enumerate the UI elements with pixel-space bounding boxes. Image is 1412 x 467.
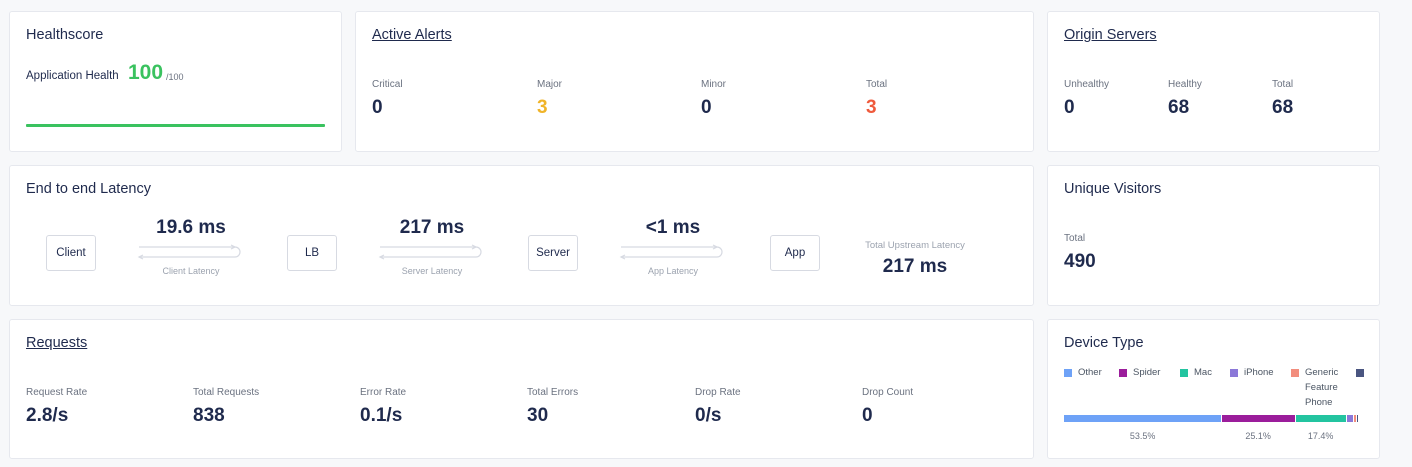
error-rate-value: 0.1/s (360, 405, 403, 426)
device-type-card: Device Type Other Spider Mac iPhone Gene… (1047, 319, 1380, 459)
request-rate-label: Request Rate (26, 387, 88, 398)
alert-total-label: Total (866, 79, 888, 90)
total-upstream-latency-value: 217 ms (882, 256, 948, 277)
origin-servers-link[interactable]: Origin Servers (1064, 27, 1157, 43)
device-segment-0[interactable] (1064, 415, 1222, 422)
device-segment-2-percent: 17.4% (1307, 431, 1334, 441)
latency-card: End to end Latency Client 19.6 ms Client… (9, 165, 1034, 306)
alert-minor-value: 0 (701, 97, 712, 118)
total-upstream-latency-label: Total Upstream Latency (865, 240, 965, 251)
healthy-value: 68 (1168, 97, 1190, 118)
alert-major-label: Major (537, 79, 563, 90)
legend-more-swatch (1356, 369, 1364, 377)
legend-generic-feature-phone[interactable]: Generic Feature Phone (1291, 367, 1349, 410)
healthscore-card: Healthscore Application Health 100 /100 (9, 11, 342, 152)
legend-iphone[interactable]: iPhone (1230, 367, 1274, 380)
legend-other[interactable]: Other (1064, 367, 1102, 380)
legend-spider-label: Spider (1133, 367, 1161, 378)
server-latency-value: 217 ms (399, 217, 465, 238)
servers-total-label: Total (1272, 79, 1294, 90)
legend-spider-swatch (1119, 369, 1127, 377)
server-latency-label: Server Latency (401, 266, 463, 276)
application-health-label: Application Health (26, 70, 119, 82)
legend-iphone-label: iPhone (1244, 367, 1274, 378)
legend-mac-label: Mac (1194, 367, 1212, 378)
total-errors-value: 30 (527, 405, 549, 426)
legend-other-label: Other (1078, 367, 1102, 378)
unhealthy-value: 0 (1064, 97, 1075, 118)
drop-count-label: Drop Count (862, 387, 914, 398)
drop-rate-value: 0/s (695, 405, 722, 426)
active-alerts-link[interactable]: Active Alerts (372, 27, 452, 43)
healthy-label: Healthy (1168, 79, 1202, 90)
client-latency-label: Client Latency (162, 266, 220, 276)
legend-more[interactable] (1356, 368, 1370, 377)
server-node: Server (528, 235, 578, 271)
drop-rate-label: Drop Rate (695, 387, 741, 398)
request-rate-value: 2.8/s (26, 405, 69, 426)
requests-card: Requests Request Rate 2.8/s Total Reques… (9, 319, 1034, 459)
total-requests-value: 838 (193, 405, 225, 426)
legend-generic-feature-phone-label: Generic Feature Phone (1305, 367, 1339, 408)
app-latency-label: App Latency (647, 266, 699, 276)
active-alerts-card: Active Alerts Critical 0 Major 3 Minor 0… (355, 11, 1034, 152)
device-type-title: Device Type (1064, 335, 1144, 351)
total-requests-label: Total Requests (193, 387, 260, 398)
alert-total-value: 3 (866, 97, 877, 118)
application-health-score: 100 (128, 61, 164, 84)
device-segment-1-percent: 25.1% (1245, 431, 1271, 441)
device-segment-0-percent: 53.5% (1129, 431, 1156, 441)
alert-critical-label: Critical (372, 79, 403, 90)
health-progress-bar (26, 124, 325, 127)
legend-mac-swatch (1180, 369, 1188, 377)
device-type-stacked-bar (1064, 415, 1358, 422)
visitors-total-value: 490 (1064, 251, 1096, 272)
lb-node: LB (287, 235, 337, 271)
server-latency-arrow-icon (378, 244, 482, 260)
legend-other-swatch (1064, 369, 1072, 377)
total-errors-label: Total Errors (527, 387, 579, 398)
alert-critical-value: 0 (372, 97, 383, 118)
legend-mac[interactable]: Mac (1180, 367, 1212, 380)
app-node: App (770, 235, 820, 271)
alert-major-value: 3 (537, 97, 548, 118)
unique-visitors-title: Unique Visitors (1064, 181, 1162, 197)
client-latency-value: 19.6 ms (156, 217, 226, 238)
client-latency-arrow-icon (137, 244, 241, 260)
error-rate-label: Error Rate (360, 387, 407, 398)
unhealthy-label: Unhealthy (1064, 79, 1110, 90)
device-segment-1[interactable] (1221, 415, 1296, 422)
application-health-max: /100 (166, 72, 184, 82)
unique-visitors-card: Unique Visitors Total 490 (1047, 165, 1380, 306)
drop-count-value: 0 (862, 405, 873, 426)
app-latency-value: <1 ms (645, 217, 701, 238)
app-latency-arrow-icon (619, 244, 723, 260)
legend-generic-feature-phone-swatch (1291, 369, 1299, 377)
servers-total-value: 68 (1272, 97, 1294, 118)
origin-servers-card: Origin Servers Unhealthy 0 Healthy 68 To… (1047, 11, 1380, 152)
legend-spider[interactable]: Spider (1119, 367, 1161, 380)
device-segment-5[interactable] (1355, 415, 1358, 422)
visitors-total-label: Total (1064, 233, 1086, 244)
alert-minor-label: Minor (701, 79, 727, 90)
requests-link[interactable]: Requests (26, 335, 87, 351)
legend-iphone-swatch (1230, 369, 1238, 377)
client-node: Client (46, 235, 96, 271)
latency-title: End to end Latency (26, 181, 151, 197)
device-segment-2[interactable] (1295, 415, 1347, 422)
healthscore-title: Healthscore (26, 27, 104, 43)
